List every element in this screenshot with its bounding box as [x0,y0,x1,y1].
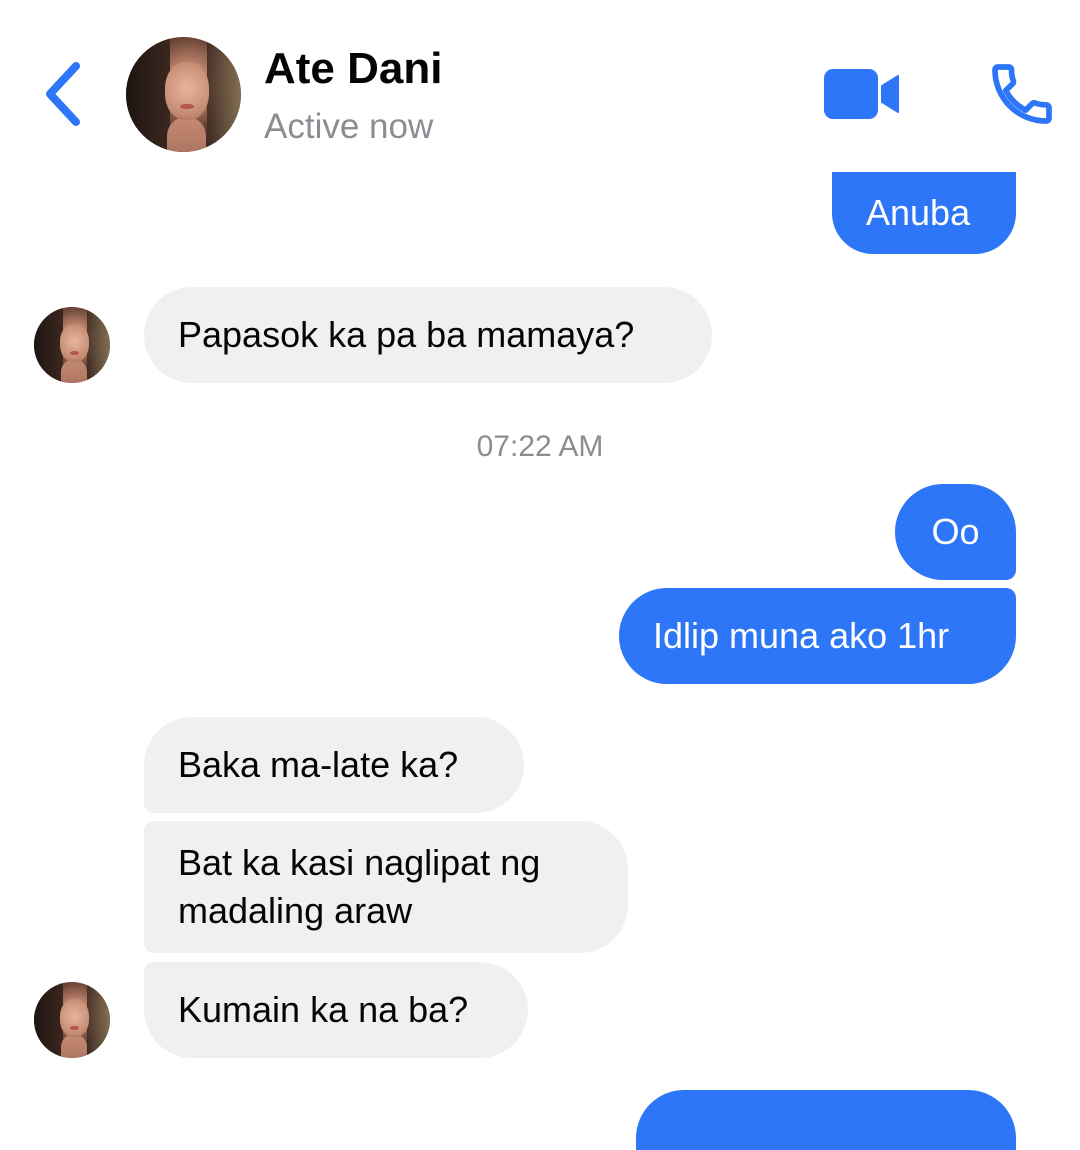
audio-call-button[interactable] [986,58,1058,130]
back-button[interactable] [38,58,90,130]
message-text: Idlip muna ako 1hr [653,615,950,656]
message-text: Kumain ka na ba? [178,989,469,1030]
message-bubble-outgoing[interactable]: Idlip muna ako 1hr [619,588,1016,684]
message-text: Oo [931,511,980,552]
active-status: Active now [264,107,434,146]
message-bubble-incoming[interactable]: Baka ma-late ka? [144,717,524,813]
message-text: Baka ma-late ka? [178,744,459,785]
video-call-button[interactable] [822,66,902,122]
message-text: Bat ka kasi naglipat ng madaling araw [178,842,541,931]
sender-avatar[interactable] [34,982,110,1058]
contact-name[interactable]: Ate Dani [264,44,442,94]
message-timestamp: 07:22 AM [476,430,604,463]
message-bubble-incoming[interactable]: Kumain ka na ba? [144,962,528,1058]
message-bubble-incoming[interactable]: Bat ka kasi naglipat ng madaling araw [144,821,628,953]
chevron-left-icon [46,62,80,126]
phone-icon [992,64,1052,124]
message-bubble-outgoing[interactable]: Anuba [832,172,1016,254]
message-bubble-incoming[interactable]: Papasok ka pa ba mamaya? [144,287,712,383]
message-bubble-outgoing[interactable] [636,1090,1016,1150]
message-bubble-outgoing[interactable]: Oo [895,484,1016,580]
sender-avatar[interactable] [34,307,110,383]
message-text: Papasok ka pa ba mamaya? [178,314,635,355]
message-text: Anuba [866,192,971,233]
contact-avatar[interactable] [126,37,241,152]
video-camera-icon [824,69,899,119]
